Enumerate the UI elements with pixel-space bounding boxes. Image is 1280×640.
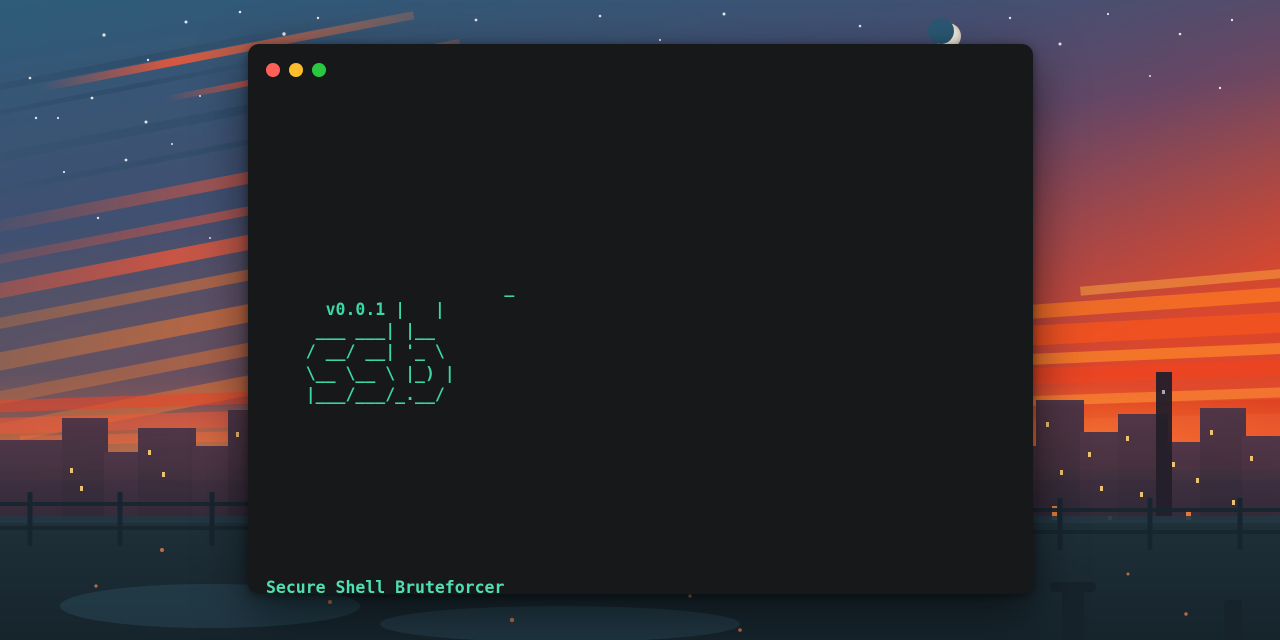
banner-line-4: \__ \__ \ |_) | xyxy=(266,363,455,383)
terminal-window[interactable]: _ v0.0.1 | | ___ ___| |__ / __/ __| '_ \… xyxy=(248,44,1033,594)
maximize-button[interactable] xyxy=(312,63,326,77)
close-button[interactable] xyxy=(266,63,280,77)
terminal-output[interactable]: _ v0.0.1 | | ___ ___| |__ / __/ __| '_ \… xyxy=(248,96,1033,594)
spacer-after-banner xyxy=(266,491,1033,512)
minimize-button[interactable] xyxy=(289,63,303,77)
window-titlebar[interactable] xyxy=(248,44,1033,96)
ascii-banner: _ v0.0.1 | | ___ ___| |__ / __/ __| '_ \… xyxy=(266,256,1033,427)
app-title: Secure Shell Bruteforcer xyxy=(266,577,505,594)
banner-line-2: ___ ___| |__ xyxy=(266,321,445,341)
banner-line-3: / __/ __| '_ \ xyxy=(266,342,455,362)
banner-line-0: _ xyxy=(325,278,574,298)
spacer-top xyxy=(266,160,1033,170)
banner-line-5: |___/___/_.__/ xyxy=(266,385,455,405)
banner-line-1: v0.0.1 | | xyxy=(266,299,495,319)
